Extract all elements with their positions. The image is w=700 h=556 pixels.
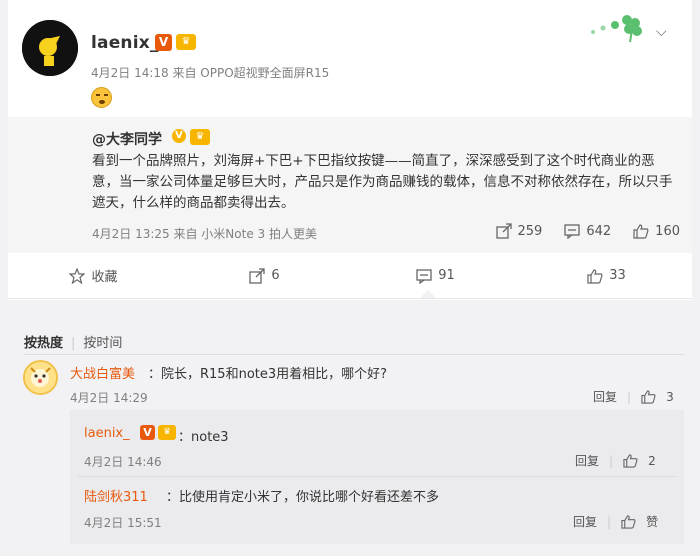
reply-button[interactable]: 回复 — [593, 388, 617, 405]
sub-comment-username[interactable]: laenix_ — [84, 426, 130, 441]
vip-crown-icon: ♛ — [158, 425, 176, 440]
chevron-down-icon[interactable]: ⌵ — [656, 24, 667, 40]
thumbs-up-icon[interactable] — [621, 514, 636, 529]
repost-meta: 4月2日 13:25 来自 小米Note 3 拍人更美 — [92, 227, 317, 241]
comments-section: 按热度 | 按时间 大战白富美 ：院长，R15和note3用着相比，哪个好? 4月2… — [8, 300, 692, 556]
comment-username[interactable]: 大战白富美 — [70, 363, 135, 382]
comment-text: ：院长，R15和note3用着相比，哪个好? — [148, 367, 388, 382]
post-action-bar: 收藏 6 91 33 — [8, 253, 692, 299]
repost-count-button[interactable]: 259 — [495, 223, 543, 239]
post-meta: 4月2日 14:18 来自 OPPO超视野全面屏R15 — [91, 66, 330, 80]
star-icon — [69, 267, 86, 284]
sub-comment-like-count: 2 — [648, 453, 656, 468]
comment-icon — [564, 224, 580, 239]
divider — [78, 476, 676, 477]
like-count: 160 — [655, 223, 680, 239]
verified-v-icon: V — [155, 34, 172, 51]
sub-comments: laenix_ V ♛ ：note3 4月2日 14:46 回复 | 2 陆剑秋… — [70, 410, 684, 544]
sub-comment-text: ：note3 — [178, 430, 229, 445]
comment-like-count: 3 — [666, 389, 674, 404]
sub-comment-actions: 回复 | 2 — [575, 452, 656, 469]
sub-comment-actions: 回复 | 赞 — [573, 513, 659, 530]
user-badges: V ♛ — [155, 34, 196, 51]
commenter-avatar[interactable] — [23, 360, 58, 395]
favorite-label: 收藏 — [91, 270, 118, 285]
sort-by-time-tab[interactable]: 按时间 — [83, 336, 122, 351]
thumbs-up-icon — [633, 224, 649, 239]
repost-label: 6 — [271, 268, 280, 283]
user-avatar[interactable] — [22, 20, 78, 76]
comment-actions: 回复 | 3 — [593, 388, 674, 405]
repost-text: 看到一个品牌照片，刘海屏+下巴+下巴指纹按键——简直了，深深感受到了这个时代商业… — [92, 153, 673, 211]
repost-count: 259 — [517, 223, 543, 239]
comment-count-button[interactable]: 642 — [564, 223, 611, 239]
repost-icon — [495, 223, 512, 239]
vip-crown-icon: ♛ — [176, 34, 196, 50]
vip-crown-icon: ♛ — [190, 129, 210, 145]
comment-sort: 按热度 | 按时间 — [24, 336, 123, 351]
reply-button[interactable]: 回复 — [575, 452, 599, 469]
comment-count: 642 — [586, 223, 612, 239]
sub-comment-text: ：比使用肯定小米了，你说比哪个好看还差不多 — [166, 490, 440, 505]
comment-time: 4月2日 14:29 — [70, 391, 148, 405]
divider — [24, 354, 684, 355]
repost-stats: 259 642 160 — [495, 223, 680, 239]
like-label: 33 — [609, 268, 626, 283]
like-button[interactable]: 33 — [521, 253, 692, 298]
comment-icon — [416, 268, 432, 284]
sub-comment-like-label: 赞 — [646, 515, 659, 529]
repost-username[interactable]: @大李同学 — [92, 129, 162, 149]
laughing-face-icon — [91, 87, 112, 108]
verified-v-icon: V — [172, 129, 186, 143]
sub-comment-time: 4月2日 15:51 — [84, 516, 162, 530]
repost-button[interactable]: 6 — [179, 253, 350, 298]
repost-block: @大李同学 V ♛ 看到一个品牌照片，刘海屏+下巴+下巴指纹按键——简直了，深深… — [8, 117, 692, 253]
comment-label: 91 — [438, 268, 455, 283]
comment-pointer — [420, 290, 436, 298]
verified-v-icon: V — [140, 425, 155, 440]
sub-comment-username[interactable]: 陆剑秋311 — [84, 486, 148, 505]
thumbs-up-icon[interactable] — [623, 453, 638, 468]
sub-comment-badges: V ♛ — [140, 425, 176, 440]
clover-decoration-icon — [591, 15, 642, 43]
repost-badges: V ♛ — [172, 129, 210, 145]
sort-by-hot-tab[interactable]: 按热度 — [24, 336, 63, 351]
repost-icon — [249, 267, 266, 284]
reply-button[interactable]: 回复 — [573, 513, 597, 530]
thumbs-up-icon[interactable] — [641, 389, 656, 404]
like-count-button[interactable]: 160 — [633, 223, 680, 239]
favorite-button[interactable]: 收藏 — [8, 253, 179, 298]
thumbs-up-icon — [587, 268, 603, 284]
sub-comment-time: 4月2日 14:46 — [84, 455, 162, 469]
post-username[interactable]: laenix_ — [91, 33, 159, 53]
